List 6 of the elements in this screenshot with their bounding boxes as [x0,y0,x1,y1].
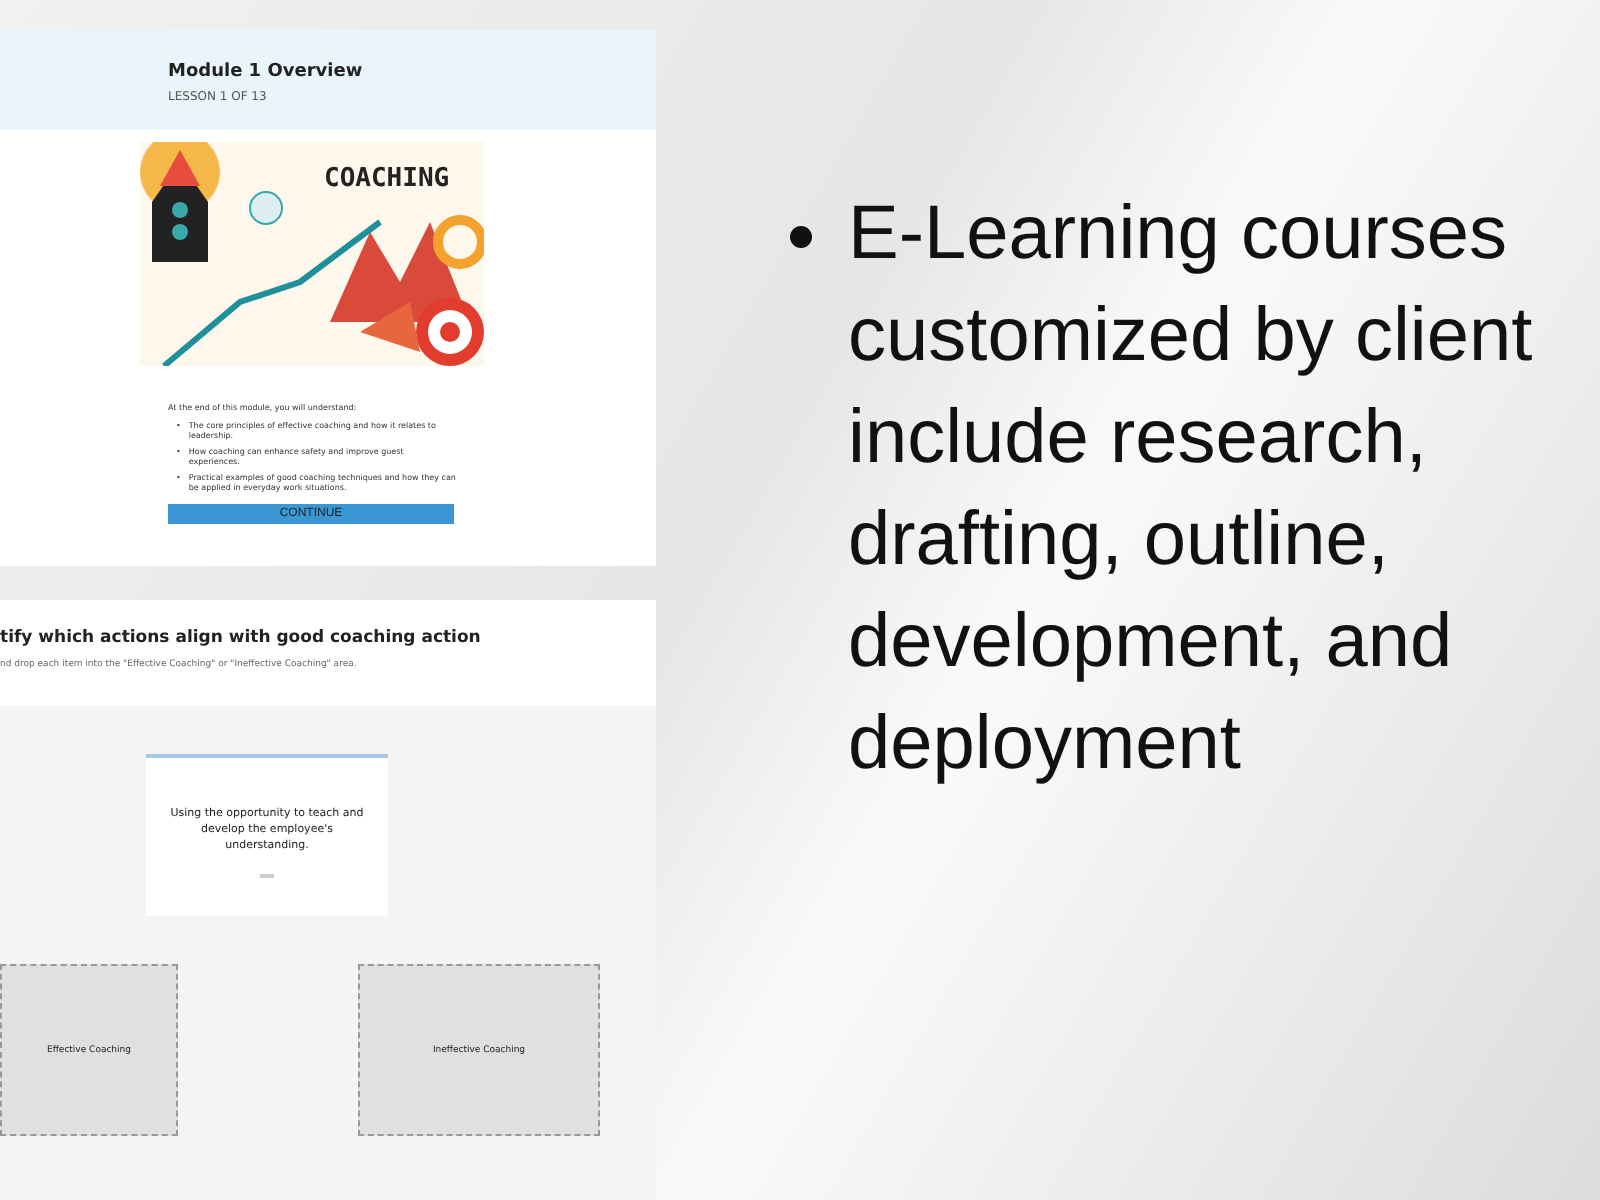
drag-handle-icon[interactable] [260,873,274,878]
lesson-title: Module 1 Overview [168,62,365,82]
bullet-icon [790,226,812,248]
bullet-text: E-Learning courses customized by client include research, drafting, outline, development, and deployment [848,190,1535,790]
illustration-title: COACHING [324,164,450,194]
activity-title: tify which actions align with good coaching action [0,628,483,648]
